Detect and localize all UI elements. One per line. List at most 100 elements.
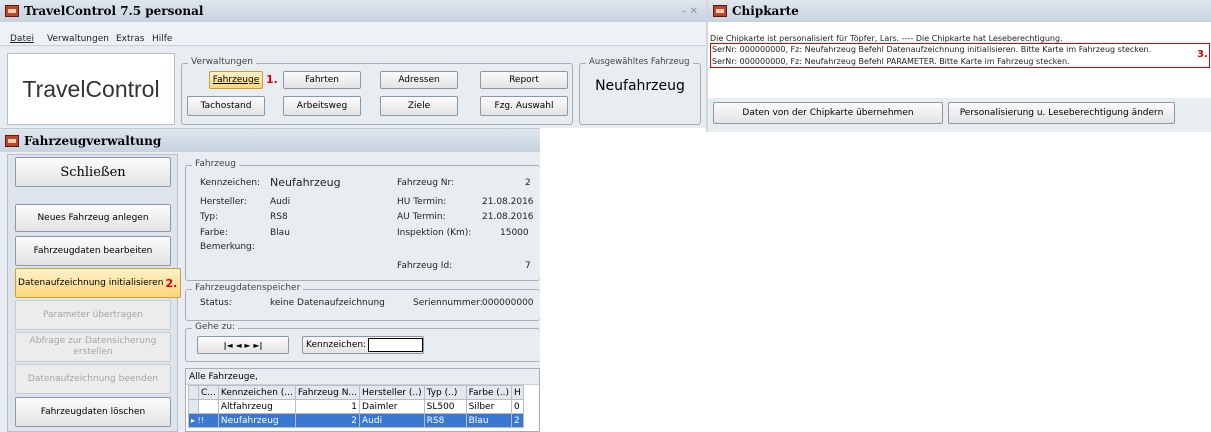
typ-value: RS8 [270,212,288,222]
tachostand-button[interactable]: Tachostand [187,96,265,116]
menubar: Datei Verwaltungen Extras Hilfe [0,22,706,46]
col-header[interactable]: Typ (..) [423,385,467,400]
neues-fahrzeug-button[interactable]: Neues Fahrzeug anlegen [15,204,171,232]
col-header[interactable]: C... [198,385,219,400]
table-cell: 0 [511,399,524,414]
col-header[interactable]: Fahrzeug N... [294,385,361,400]
record-navigator[interactable]: |◄ ◄ ► ►| [197,336,289,354]
fahrzeuge-button[interactable]: Fahrzeuge [209,71,263,89]
fahrzeug-legend: Fahrzeug [192,159,239,169]
hersteller-value: Audi [270,197,291,207]
verwaltungen-legend: Verwaltungen [188,57,256,67]
bemerkung-label: Bemerkung: [200,242,255,252]
list-title: Alle Fahrzeuge, [186,369,539,385]
status-label: Status: [200,298,232,308]
fahrzeugdaten-bearbeiten-button[interactable]: Fahrzeugdaten bearbeiten [15,236,171,266]
table-cell: Blau [465,413,513,428]
speicher-legend: Fahrzeugdatenspeicher [192,283,304,293]
schliessen-button[interactable]: Schließen [15,157,171,187]
row-indicator: ▸ !! [188,413,219,428]
au-value: 21.08.2016 [482,212,534,222]
chipkarte-info: Die Chipkarte ist personalisiert für Töp… [710,34,1063,43]
parameter-uebertragen-button[interactable]: Parameter übertragen [15,300,171,330]
kennzeichen-value: Neufahrzeug [270,176,341,189]
chipkarte-message-2: SerNr: 000000000, Fz: Neufahrzeug Befehl… [712,57,1070,66]
seriennummer-value: 000000000 [482,298,534,308]
seriennummer-label: Seriennummer: [413,298,483,308]
col-header[interactable]: H [511,385,524,400]
chipkarte-window: Chipkarte Die Chipkarte ist personalisie… [706,0,1211,132]
fzg-auswahl-button[interactable]: Fzg. Auswahl [480,96,568,116]
col-header[interactable]: Kennzeichen (... [217,385,296,400]
datenaufzeichnung-beenden-button[interactable]: Datenaufzeichnung beenden [15,364,171,394]
adressen-button[interactable]: Adressen [380,71,458,89]
table-row[interactable]: Altfahrzeug 1 Daimler SL500 Silber 0 [188,399,524,414]
table-cell: Audi [359,413,425,428]
step-2-marker: 2. [165,276,178,290]
arbeitsweg-button[interactable]: Arbeitsweg [283,96,361,116]
menu-datei[interactable]: Datei [10,34,34,44]
report-button[interactable]: Report [480,71,568,89]
ribbon: TravelControl Verwaltungen Fahrzeuge 1. … [0,46,706,128]
chipkarte-log: Die Chipkarte ist personalisiert für Töp… [708,22,1211,98]
selected-vehicle-group: Ausgewähltes Fahrzeug [579,57,701,125]
search-kennzeichen-label: Kennzeichen: [306,339,367,350]
gehe-zu-legend: Gehe zu: [192,322,239,332]
abfrage-datensicherung-button[interactable]: Abfrage zur Datensicherung erstellen [15,332,171,362]
kennzeichen-label: Kennzeichen: [200,178,261,188]
table-cell: 2 [294,413,361,428]
vehicle-list: Alle Fahrzeuge, C... Kennzeichen (... Fa… [185,368,540,432]
window-controls[interactable]: – ✕ [681,6,698,17]
hersteller-label: Hersteller: [200,197,247,207]
col-header[interactable]: Farbe (..) [465,385,513,400]
inspektion-label: Inspektion (Km): [397,228,472,238]
initialisieren-label: Datenaufzeichnung initialisieren [18,277,164,288]
datenaufzeichnung-initialisieren-button[interactable]: Datenaufzeichnung initialisieren 2. [15,268,181,298]
table-cell: 1 [294,399,361,414]
kennzeichen-search-input[interactable] [368,338,423,352]
table-cell: Daimler [359,399,425,414]
inspektion-value: 15000 [500,228,529,238]
kennzeichen-search-box: Kennzeichen: [302,336,424,354]
main-titlebar: TravelControl 7.5 personal – ✕ [0,0,706,22]
typ-label: Typ: [200,212,219,222]
step-1-marker: 1. [266,73,278,86]
fahrten-button[interactable]: Fahrten [283,71,361,89]
hu-value: 21.08.2016 [482,197,534,207]
selected-vehicle-legend: Ausgewähltes Fahrzeug [586,57,693,67]
main-title: TravelControl 7.5 personal [24,4,204,18]
selected-vehicle-value: Neufahrzeug [595,78,685,94]
vehicle-table: C... Kennzeichen (... Fahrzeug N... Hers… [188,385,524,428]
fahrzeugverwaltung-icon [5,134,19,147]
ziele-button[interactable]: Ziele [380,96,458,116]
fahrzeugdaten-loeschen-button[interactable]: Fahrzeugdaten löschen [15,397,171,427]
farbe-value: Blau [270,228,290,238]
hu-label: HU Termin: [397,197,447,207]
fahrzeug-id-label: Fahrzeug Id: [397,261,453,271]
col-header[interactable]: Hersteller (..) [359,385,425,400]
personalisierung-button[interactable]: Personalisierung u. Leseberechtigung änd… [948,102,1175,124]
table-cell [198,399,219,414]
chipkarte-title: Chipkarte [732,4,799,18]
fahrzeugverwaltung-title: Fahrzeugverwaltung [24,133,162,148]
table-row-selected[interactable]: ▸ !! Neufahrzeug 2 Audi RS8 Blau 2 [188,413,524,428]
chipkarte-messages: SerNr: 000000000, Fz: Neufahrzeug Befehl… [710,43,1210,68]
menu-extras[interactable]: Extras [116,34,144,44]
daten-uebernehmen-button[interactable]: Daten von der Chipkarte übernehmen [713,102,943,124]
fahrzeugverwaltung-window: Fahrzeugverwaltung Schließen Neues Fahrz… [0,128,540,432]
table-cell: Silber [465,399,513,414]
menu-hilfe[interactable]: Hilfe [152,34,172,44]
step-3-marker: 3. [1197,49,1208,60]
menu-verwaltungen[interactable]: Verwaltungen [47,34,109,44]
table-cell: SL500 [423,399,467,414]
farbe-label: Farbe: [200,228,228,238]
table-cell: 2 [511,413,524,428]
status-value: keine Datenaufzeichnung [270,298,385,308]
au-label: AU Termin: [397,212,446,222]
fahrzeug-nr-label: Fahrzeug Nr: [397,178,455,188]
fahrzeug-nr-value: 2 [525,178,531,188]
brand-logo: TravelControl [7,53,175,125]
chipkarte-message-1: SerNr: 000000000, Fz: Neufahrzeug Befehl… [712,45,1152,54]
app-icon [5,5,19,17]
chipkarte-icon [713,5,727,17]
